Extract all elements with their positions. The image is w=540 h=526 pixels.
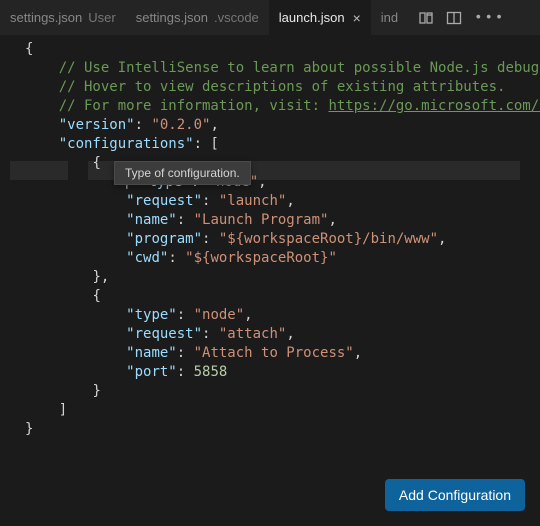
tab-bar: settings.json User settings.json .vscode…	[0, 0, 540, 35]
compare-icon[interactable]	[418, 10, 434, 26]
tab-desc: .vscode	[214, 10, 259, 25]
tab-settings-user[interactable]: settings.json User	[0, 0, 126, 35]
tab-launch-json[interactable]: launch.json ×	[269, 0, 371, 35]
code-content: { // Use IntelliSense to learn about pos…	[25, 40, 540, 439]
tab-label: settings.json	[10, 10, 82, 25]
more-icon[interactable]: •••	[474, 10, 505, 26]
add-configuration-button[interactable]: Add Configuration	[385, 479, 525, 511]
editor[interactable]: { // Use IntelliSense to learn about pos…	[0, 35, 540, 526]
tab-desc: User	[88, 10, 115, 25]
tab-label: settings.json	[136, 10, 208, 25]
split-editor-icon[interactable]	[446, 10, 462, 26]
tab-settings-vscode[interactable]: settings.json .vscode	[126, 0, 269, 35]
tab-label: launch.json	[279, 10, 345, 25]
close-icon[interactable]: ×	[353, 11, 361, 25]
hover-tooltip: Type of configuration.	[114, 161, 251, 185]
tab-ind[interactable]: ind	[371, 0, 408, 35]
tab-label: ind	[381, 10, 398, 25]
